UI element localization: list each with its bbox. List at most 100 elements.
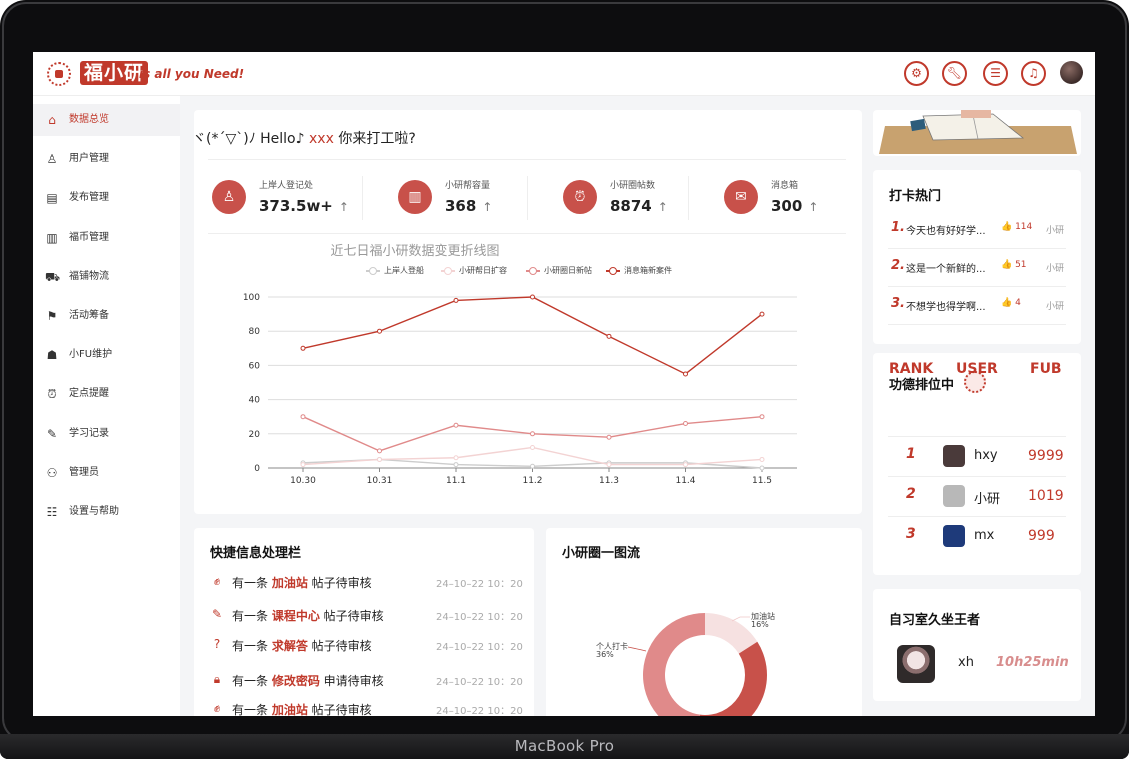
data-point[interactable] [606, 462, 612, 468]
notification-row[interactable]: 🔒︎ 有一条 修改密码 申请待审核 24–10–22 10：20 [210, 672, 525, 690]
data-point[interactable] [759, 414, 765, 420]
legend-item[interactable]: 小研帮日扩容 [441, 265, 507, 276]
settings-list-icon: ☷ [46, 505, 58, 519]
sidebar-item[interactable]: ☷ 设置与帮助 [33, 496, 180, 528]
notification-link[interactable]: 加油站 [272, 576, 308, 590]
x-tick-label: 11.4 [675, 476, 695, 486]
data-point[interactable] [300, 414, 306, 420]
sidebar-item[interactable]: ⚑ 活动筹备 [33, 300, 180, 332]
rank-row[interactable]: 3 mx 999 [888, 516, 1066, 556]
truck-icon: ⛟︎ [45, 269, 61, 284]
avatar[interactable] [943, 525, 965, 547]
sidebar-item[interactable]: ✎ 学习记录 [33, 418, 180, 450]
sidebar-item[interactable]: ⏰︎ 定点提醒 [33, 378, 180, 410]
line-chart: 0 20 40 60 80 100 10.30 10.31 11.1 11.2 11.3 11.4 11… [243, 293, 797, 486]
data-point[interactable] [300, 462, 306, 468]
pencil-icon: ✎ [46, 426, 58, 441]
x-tick-label: 11.5 [752, 476, 772, 486]
data-point[interactable] [377, 448, 382, 454]
notification-link[interactable]: 加油站 [272, 703, 308, 717]
data-point[interactable] [377, 456, 382, 462]
data-point[interactable] [530, 294, 535, 300]
data-point[interactable] [530, 431, 535, 437]
legend-item[interactable]: 消息箱新案件 [606, 265, 672, 276]
welcome-name: xxx [309, 131, 334, 147]
data-point[interactable] [759, 456, 765, 462]
notification-row[interactable]: ? 有一条 求解答 帖子待审核 24–10–22 10：20 [210, 637, 525, 655]
legend-item[interactable]: 小研圈日新帖 [526, 265, 592, 276]
notification-link[interactable]: 修改密码 [272, 674, 320, 688]
notification-time: 24–10–22 10：20 [436, 677, 523, 688]
hot-list-item[interactable]: 2. 这是一个新鲜的... 👍 51 小研 [888, 249, 1066, 287]
data-point[interactable] [530, 444, 535, 450]
sidebar-item-label: 福币管理 [69, 231, 109, 243]
sidebar-item[interactable]: ⌂ 数据总览 [33, 104, 180, 136]
stat-label: 上岸人登记处 [259, 181, 314, 191]
data-point[interactable] [759, 311, 765, 317]
data-point[interactable] [683, 371, 688, 377]
hot-list-item[interactable]: 1. 今天也有好好学... 👍 114 小研 [888, 211, 1066, 249]
fub-header: FUB [1030, 361, 1062, 377]
stat-number: 8874 [610, 197, 652, 215]
edit-doc-icon: ✎ [211, 607, 223, 621]
notification-time: 24–10–22 10：20 [436, 706, 523, 717]
hot-list-item[interactable]: 3. 不想学也得学啊... 👍 4 小研 [888, 287, 1066, 325]
data-point[interactable] [606, 434, 612, 440]
data-point[interactable] [453, 422, 459, 428]
search-list-icon[interactable]: ☰ [983, 61, 1008, 86]
data-point[interactable] [453, 455, 459, 461]
data-point[interactable] [759, 465, 765, 471]
rank-row[interactable]: 1 hxy 9999 [888, 436, 1066, 476]
wrench-icon[interactable]: 🔧︎ [942, 61, 967, 86]
notification-time: 24–10–22 10：20 [436, 579, 523, 590]
likes-count: 👍 51 [1001, 260, 1027, 270]
welcome-message: ヾ(*´▽`)ﾉ Hello♪ xxx 你来打工啦? [192, 128, 416, 148]
notification-link[interactable]: 求解答 [272, 639, 308, 653]
data-point[interactable] [606, 333, 612, 339]
data-point[interactable] [683, 462, 688, 468]
data-point[interactable] [300, 345, 306, 351]
hot-rank: 3. [891, 296, 905, 311]
notification-text: 有一条 加油站 帖子待审核 [232, 701, 372, 718]
rank-row[interactable]: 2 小研 1019 [888, 476, 1066, 516]
sidebar-item-label: 小FU维护 [69, 349, 113, 361]
data-point[interactable] [377, 328, 382, 334]
study-avatar[interactable] [897, 645, 935, 683]
data-point[interactable] [453, 297, 459, 303]
slice-percent: 36% [596, 650, 614, 659]
logo-seal-icon [47, 62, 71, 86]
divider [208, 159, 846, 160]
legend-item[interactable]: 上岸人登船 [366, 265, 424, 276]
donut-slice[interactable] [643, 613, 705, 716]
notification-row[interactable]: ✊︎ 有一条 加油站 帖子待审核 24–10–22 10：20 [210, 574, 525, 592]
rank-fub: 999 [1028, 528, 1055, 544]
sidebar-item-label: 用户管理 [69, 153, 109, 165]
data-point[interactable] [453, 462, 459, 468]
sidebar-item[interactable]: ▤ 发布管理 [33, 182, 180, 214]
legend-label: 消息箱新案件 [624, 266, 672, 275]
data-point[interactable] [530, 463, 535, 469]
avatar[interactable] [943, 485, 965, 507]
data-point[interactable] [683, 421, 688, 427]
bell-icon[interactable]: ♫ [1021, 61, 1046, 86]
legend-label: 小研帮日扩容 [459, 266, 507, 275]
notification-time: 24–10–22 10：20 [436, 642, 523, 653]
gear-icon[interactable]: ⚙ [904, 61, 929, 86]
stat-number: 300 [771, 197, 803, 215]
sidebar-item[interactable]: ♙ 用户管理 [33, 143, 180, 175]
sidebar-item[interactable]: ⚇ 管理员 [33, 457, 180, 489]
sidebar-item[interactable]: ▥ 福币管理 [33, 222, 180, 254]
sidebar-item[interactable]: ⛟︎ 福铺物流 [33, 261, 180, 293]
notification-row[interactable]: ✎ 有一条 课程中心 帖子待审核 24–10–22 10：20 [210, 607, 525, 625]
sidebar-item[interactable]: ☗ 小FU维护 [33, 339, 180, 371]
sidebar-item-label: 管理员 [69, 466, 99, 478]
avatar[interactable] [943, 445, 965, 467]
notification-row[interactable]: ✊︎ 有一条 加油站 帖子待审核 24–10–22 10：20 [210, 701, 525, 719]
avatar[interactable] [1060, 61, 1083, 84]
rank-fub: 9999 [1028, 448, 1064, 464]
rank-user: 小研 [974, 492, 1001, 507]
chat-icon: ✉ [724, 180, 758, 214]
legend-swatch [366, 266, 380, 275]
donut-slice[interactable] [697, 641, 767, 716]
notification-link[interactable]: 课程中心 [272, 609, 320, 623]
